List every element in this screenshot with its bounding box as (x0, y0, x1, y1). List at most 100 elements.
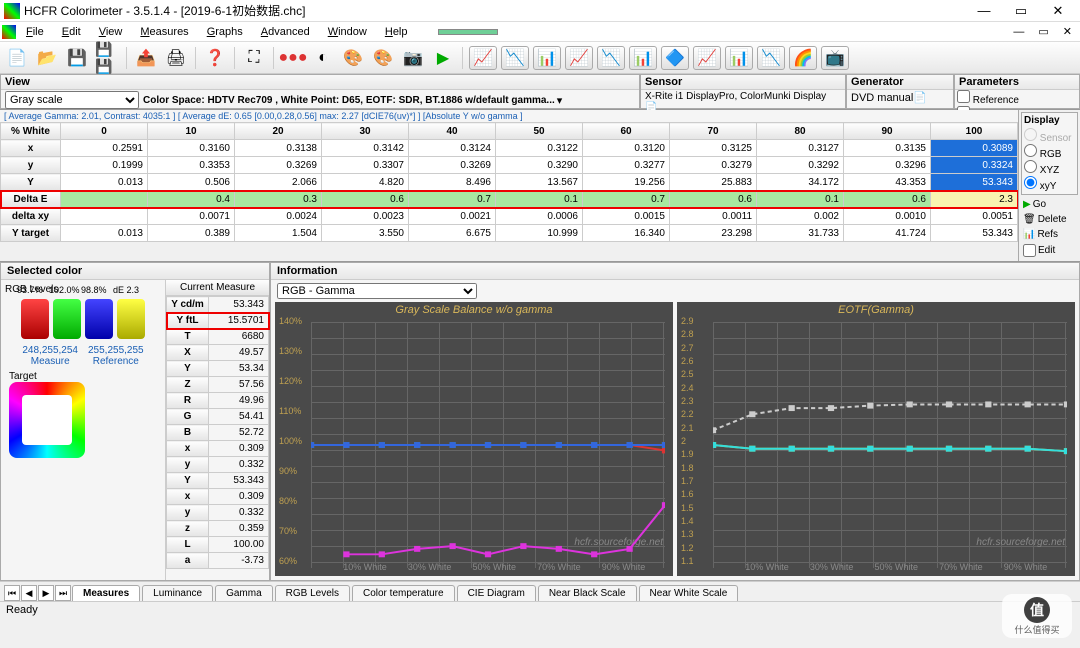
chart11-icon[interactable]: 🌈 (789, 46, 817, 70)
minimize-button[interactable]: — (966, 1, 1002, 21)
reference-checkbox[interactable]: Reference (957, 90, 1019, 106)
status-bar: Ready (0, 601, 1080, 619)
info-dropdown[interactable]: RGB - Gamma (277, 283, 477, 299)
chart12-icon[interactable]: 📺 (821, 46, 849, 70)
chart1-icon[interactable]: 📈 (469, 46, 497, 70)
barrel-red: 93.7% (21, 299, 49, 339)
bars-icon: 📊 (1023, 229, 1035, 240)
toolbar: 📄 📂 💾 💾💾 📤 🖨 ❓ ⛶ ●●● ◐ 🎨 🎨 📷 ▶ 📈 📉 📊 📈 📉… (0, 42, 1080, 74)
palette-icon[interactable]: 🎨 (340, 45, 366, 71)
panel-generator-title: Generator (847, 75, 953, 90)
chart7-icon[interactable]: 🔷 (661, 46, 689, 70)
measure-label: Measure (22, 356, 78, 367)
target-color-swatch (9, 382, 85, 458)
menu-file[interactable]: File (18, 24, 52, 40)
chart-grayscale: Gray Scale Balance w/o gamma hcfr.source… (275, 302, 673, 576)
chart5-icon[interactable]: 📉 (597, 46, 625, 70)
tab-bar: ⏮ ◀ ▶ ⏭ MeasuresLuminanceGammaRGB Levels… (0, 581, 1080, 601)
data-grid[interactable]: % White0102030405060708090100x0.25910.31… (0, 122, 1018, 242)
help-icon[interactable]: ❓ (202, 45, 228, 71)
chart9-icon[interactable]: 📊 (725, 46, 753, 70)
display-group-title: Display (1024, 115, 1075, 126)
menu-graphs[interactable]: Graphs (199, 24, 251, 40)
current-measure-table: Y cd/m53.343Y ftL15.5701T6680X49.57Y53.3… (166, 296, 269, 569)
tab-measures[interactable]: Measures (72, 585, 140, 601)
chart-eotf: EOTF(Gamma) hcfr.sourceforge.net 1.11.21… (677, 302, 1075, 576)
palette2-icon[interactable]: 🎨 (370, 45, 396, 71)
chart2-icon[interactable]: 📉 (501, 46, 529, 70)
tab-color-temperature[interactable]: Color temperature (352, 585, 455, 601)
tab-next-icon[interactable]: ▶ (38, 585, 54, 601)
tab-gamma[interactable]: Gamma (215, 585, 273, 601)
barrel-green: 102.0% (53, 299, 81, 339)
refs-button[interactable]: 📊Refs (1021, 227, 1078, 242)
current-measure-title: Current Measure (166, 280, 269, 296)
panel-params-title: Parameters (955, 75, 1079, 90)
reference-value: 255,255,255 (88, 345, 144, 356)
colorspace-label: Color Space: HDTV Rec709 , White Point: … (143, 95, 555, 106)
menu-window[interactable]: Window (320, 24, 375, 40)
tab-luminance[interactable]: Luminance (142, 585, 213, 601)
tab-near-white-scale[interactable]: Near White Scale (639, 585, 739, 601)
open-icon[interactable]: 📂 (34, 45, 60, 71)
doc-icon (2, 25, 16, 39)
tab-rgb-levels[interactable]: RGB Levels (275, 585, 350, 601)
radio-xyy[interactable]: xyY (1024, 176, 1075, 192)
stats-line: [ Average Gamma: 2.01, Contrast: 4035:1 … (0, 110, 1018, 122)
panel-view-title: View (1, 75, 639, 90)
close-button[interactable]: ✕ (1040, 1, 1076, 21)
generator-config-icon[interactable]: 📄 (913, 91, 927, 104)
chart8-icon[interactable]: 📈 (693, 46, 721, 70)
chart6-icon[interactable]: 📊 (629, 46, 657, 70)
menubar: File Edit View Measures Graphs Advanced … (0, 22, 1080, 42)
mdi-close[interactable]: ✕ (1057, 25, 1078, 38)
edit-checkbox[interactable]: Edit (1021, 242, 1078, 259)
export-icon[interactable]: 📤 (133, 45, 159, 71)
play-icon: ▶ (1023, 199, 1031, 210)
colors-icon[interactable]: ●●● (280, 45, 306, 71)
menu-advanced[interactable]: Advanced (253, 24, 318, 40)
tab-last-icon[interactable]: ⏭ (55, 585, 71, 601)
measure-value: 248,255,254 (22, 345, 78, 356)
trash-icon: 🗑 (1023, 214, 1036, 225)
menu-view[interactable]: View (91, 24, 131, 40)
new-icon[interactable]: 📄 (4, 45, 30, 71)
watermark-logo: 值 什么值得买 (1002, 594, 1072, 638)
mdi-restore[interactable]: ▭ (1032, 25, 1054, 38)
chart4-icon[interactable]: 📈 (565, 46, 593, 70)
tab-cie-diagram[interactable]: CIE Diagram (457, 585, 536, 601)
selected-color-title: Selected color (1, 263, 269, 280)
view-dropdown[interactable]: Gray scale (5, 91, 139, 109)
panel-sensor-title: Sensor (641, 75, 845, 90)
mdi-minimize[interactable]: — (1007, 26, 1030, 38)
go-button[interactable]: ▶Go (1021, 197, 1078, 212)
print-icon[interactable]: 🖨 (163, 45, 189, 71)
tab-first-icon[interactable]: ⏮ (4, 585, 20, 601)
generator-value: DVD manual (851, 92, 913, 104)
window-title: HCFR Colorimeter - 3.5.1.4 - [2019-6-1初始… (24, 2, 966, 19)
gray-icon[interactable]: ◐ (310, 45, 336, 71)
app-icon (4, 3, 20, 19)
chart3-icon[interactable]: 📊 (533, 46, 561, 70)
sensor-name: X-Rite i1 DisplayPro, ColorMunki Display (645, 91, 826, 102)
play-icon[interactable]: ▶ (430, 45, 456, 71)
saveall-icon[interactable]: 💾💾 (94, 45, 120, 71)
barrel-blue: 98.8% (85, 299, 113, 339)
dropdown-icon[interactable]: ▾ (557, 94, 563, 107)
fullscreen-icon[interactable]: ⛶ (241, 45, 267, 71)
menu-measures[interactable]: Measures (132, 24, 196, 40)
menu-help[interactable]: Help (377, 24, 416, 40)
information-title: Information (271, 263, 1079, 280)
tab-prev-icon[interactable]: ◀ (21, 585, 37, 601)
radio-rgb[interactable]: RGB (1024, 144, 1075, 160)
chart10-icon[interactable]: 📉 (757, 46, 785, 70)
radio-xyz[interactable]: XYZ (1024, 160, 1075, 176)
target-label: Target (9, 371, 157, 382)
delete-button[interactable]: 🗑Delete (1021, 212, 1078, 227)
camera-icon[interactable]: 📷 (400, 45, 426, 71)
tab-near-black-scale[interactable]: Near Black Scale (538, 585, 637, 601)
progress-bar (438, 29, 498, 35)
maximize-button[interactable]: ▭ (1003, 1, 1039, 21)
menu-edit[interactable]: Edit (54, 24, 89, 40)
save-icon[interactable]: 💾 (64, 45, 90, 71)
